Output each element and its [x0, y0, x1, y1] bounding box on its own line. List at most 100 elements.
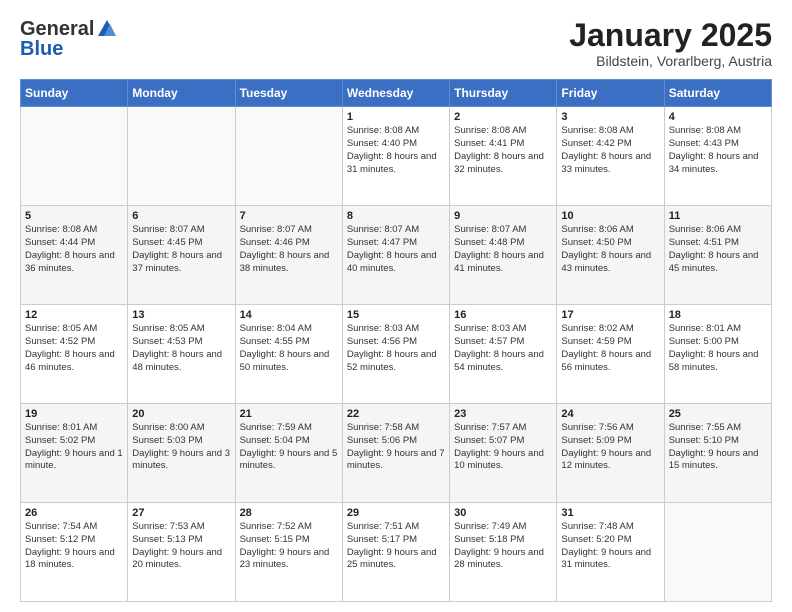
day-number: 18: [669, 309, 767, 321]
day-number: 10: [561, 210, 659, 222]
day-info: Sunrise: 8:05 AM Sunset: 4:53 PM Dayligh…: [132, 323, 230, 374]
calendar-cell: 8 Sunrise: 8:07 AM Sunset: 4:47 PM Daylig…: [342, 206, 449, 305]
logo: General Blue: [20, 18, 118, 61]
day-number: 24: [561, 408, 659, 420]
day-info: Sunrise: 8:02 AM Sunset: 4:59 PM Dayligh…: [561, 323, 659, 374]
calendar-cell: 6 Sunrise: 8:07 AM Sunset: 4:45 PM Daylig…: [128, 206, 235, 305]
calendar-cell: 5 Sunrise: 8:08 AM Sunset: 4:44 PM Daylig…: [21, 206, 128, 305]
calendar-cell: 27Sunrise: 7:53 AM Sunset: 5:13 PM Dayli…: [128, 503, 235, 602]
calendar-cell: 2Sunrise: 8:08 AM Sunset: 4:41 PM Daylig…: [450, 107, 557, 206]
day-info: Sunrise: 8:08 AM Sunset: 4:44 PM Dayligh…: [25, 224, 123, 275]
day-info: Sunrise: 7:48 AM Sunset: 5:20 PM Dayligh…: [561, 521, 659, 572]
calendar-cell: 29 Sunrise: 7:51 AM Sunset: 5:17 PM Dayli…: [342, 503, 449, 602]
calendar-cell: 16Sunrise: 8:03 AM Sunset: 4:57 PM Dayli…: [450, 305, 557, 404]
calendar-cell: 31 Sunrise: 7:48 AM Sunset: 5:20 PM Dayli…: [557, 503, 664, 602]
weekday-header-wednesday: Wednesday: [342, 80, 449, 107]
day-number: 16: [454, 309, 552, 321]
day-info: Sunrise: 7:56 AM Sunset: 5:09 PM Dayligh…: [561, 422, 659, 473]
day-info: Sunrise: 8:01 AM Sunset: 5:02 PM Dayligh…: [25, 422, 123, 473]
calendar-week-row: 12 Sunrise: 8:05 AM Sunset: 4:52 PM Dayli…: [21, 305, 772, 404]
day-number: 19: [25, 408, 123, 420]
day-number: 1: [347, 111, 445, 123]
day-info: Sunrise: 7:58 AM Sunset: 5:06 PM Dayligh…: [347, 422, 445, 473]
calendar-week-row: 19 Sunrise: 8:01 AM Sunset: 5:02 PM Dayli…: [21, 404, 772, 503]
calendar-cell: 30 Sunrise: 7:49 AM Sunset: 5:18 PM Dayli…: [450, 503, 557, 602]
day-number: 28: [240, 507, 338, 519]
calendar-cell: 14 Sunrise: 8:04 AM Sunset: 4:55 PM Dayli…: [235, 305, 342, 404]
day-number: 20: [132, 408, 230, 420]
day-info: Sunrise: 8:08 AM Sunset: 4:40 PM Dayligh…: [347, 125, 445, 176]
day-number: 8: [347, 210, 445, 222]
weekday-header-tuesday: Tuesday: [235, 80, 342, 107]
day-number: 21: [240, 408, 338, 420]
weekday-header-row: SundayMondayTuesdayWednesdayThursdayFrid…: [21, 80, 772, 107]
logo-icon: [96, 18, 118, 40]
calendar-week-row: 1 Sunrise: 8:08 AM Sunset: 4:40 PM Daylig…: [21, 107, 772, 206]
calendar-cell: 24 Sunrise: 7:56 AM Sunset: 5:09 PM Dayli…: [557, 404, 664, 503]
calendar-table: SundayMondayTuesdayWednesdayThursdayFrid…: [20, 79, 772, 602]
day-number: 4: [669, 111, 767, 123]
day-number: 15: [347, 309, 445, 321]
day-info: Sunrise: 8:05 AM Sunset: 4:52 PM Dayligh…: [25, 323, 123, 374]
calendar-cell: 15Sunrise: 8:03 AM Sunset: 4:56 PM Dayli…: [342, 305, 449, 404]
calendar-cell: 18 Sunrise: 8:01 AM Sunset: 5:00 PM Dayli…: [664, 305, 771, 404]
day-number: 30: [454, 507, 552, 519]
calendar-cell: 22Sunrise: 7:58 AM Sunset: 5:06 PM Dayli…: [342, 404, 449, 503]
day-info: Sunrise: 7:57 AM Sunset: 5:07 PM Dayligh…: [454, 422, 552, 473]
calendar-cell: 7Sunrise: 8:07 AM Sunset: 4:46 PM Daylig…: [235, 206, 342, 305]
calendar-cell: [128, 107, 235, 206]
calendar-cell: 17 Sunrise: 8:02 AM Sunset: 4:59 PM Dayli…: [557, 305, 664, 404]
day-info: Sunrise: 8:01 AM Sunset: 5:00 PM Dayligh…: [669, 323, 767, 374]
header-right: January 2025 Bildstein, Vorarlberg, Aust…: [569, 18, 772, 69]
day-number: 29: [347, 507, 445, 519]
calendar-cell: [664, 503, 771, 602]
header: General Blue January 2025 Bildstein, Vor…: [20, 18, 772, 69]
calendar-cell: 21Sunrise: 7:59 AM Sunset: 5:04 PM Dayli…: [235, 404, 342, 503]
day-info: Sunrise: 7:55 AM Sunset: 5:10 PM Dayligh…: [669, 422, 767, 473]
day-info: Sunrise: 7:53 AM Sunset: 5:13 PM Dayligh…: [132, 521, 230, 572]
day-number: 14: [240, 309, 338, 321]
day-info: Sunrise: 7:51 AM Sunset: 5:17 PM Dayligh…: [347, 521, 445, 572]
day-number: 9: [454, 210, 552, 222]
day-info: Sunrise: 8:07 AM Sunset: 4:47 PM Dayligh…: [347, 224, 445, 275]
page: General Blue January 2025 Bildstein, Vor…: [0, 0, 792, 612]
weekday-header-thursday: Thursday: [450, 80, 557, 107]
calendar-cell: 25Sunrise: 7:55 AM Sunset: 5:10 PM Dayli…: [664, 404, 771, 503]
calendar-week-row: 26 Sunrise: 7:54 AM Sunset: 5:12 PM Dayli…: [21, 503, 772, 602]
day-number: 5: [25, 210, 123, 222]
logo-general-text: General: [20, 19, 94, 39]
day-info: Sunrise: 7:52 AM Sunset: 5:15 PM Dayligh…: [240, 521, 338, 572]
day-info: Sunrise: 8:04 AM Sunset: 4:55 PM Dayligh…: [240, 323, 338, 374]
day-info: Sunrise: 7:54 AM Sunset: 5:12 PM Dayligh…: [25, 521, 123, 572]
calendar-cell: 19 Sunrise: 8:01 AM Sunset: 5:02 PM Dayli…: [21, 404, 128, 503]
day-number: 6: [132, 210, 230, 222]
calendar-cell: 1 Sunrise: 8:08 AM Sunset: 4:40 PM Daylig…: [342, 107, 449, 206]
calendar-cell: 9 Sunrise: 8:07 AM Sunset: 4:48 PM Daylig…: [450, 206, 557, 305]
weekday-header-monday: Monday: [128, 80, 235, 107]
calendar-week-row: 5 Sunrise: 8:08 AM Sunset: 4:44 PM Daylig…: [21, 206, 772, 305]
day-number: 17: [561, 309, 659, 321]
day-info: Sunrise: 8:06 AM Sunset: 4:50 PM Dayligh…: [561, 224, 659, 275]
calendar-cell: 20Sunrise: 8:00 AM Sunset: 5:03 PM Dayli…: [128, 404, 235, 503]
calendar-cell: 3 Sunrise: 8:08 AM Sunset: 4:42 PM Daylig…: [557, 107, 664, 206]
day-number: 12: [25, 309, 123, 321]
calendar-cell: 10 Sunrise: 8:06 AM Sunset: 4:50 PM Dayli…: [557, 206, 664, 305]
calendar-cell: [21, 107, 128, 206]
day-number: 31: [561, 507, 659, 519]
location: Bildstein, Vorarlberg, Austria: [569, 53, 772, 69]
day-info: Sunrise: 8:07 AM Sunset: 4:48 PM Dayligh…: [454, 224, 552, 275]
weekday-header-sunday: Sunday: [21, 80, 128, 107]
day-info: Sunrise: 8:08 AM Sunset: 4:43 PM Dayligh…: [669, 125, 767, 176]
weekday-header-friday: Friday: [557, 80, 664, 107]
calendar-cell: 28 Sunrise: 7:52 AM Sunset: 5:15 PM Dayli…: [235, 503, 342, 602]
day-number: 3: [561, 111, 659, 123]
day-info: Sunrise: 8:07 AM Sunset: 4:45 PM Dayligh…: [132, 224, 230, 275]
day-info: Sunrise: 8:08 AM Sunset: 4:42 PM Dayligh…: [561, 125, 659, 176]
day-info: Sunrise: 8:06 AM Sunset: 4:51 PM Dayligh…: [669, 224, 767, 275]
calendar-cell: 26 Sunrise: 7:54 AM Sunset: 5:12 PM Dayli…: [21, 503, 128, 602]
day-info: Sunrise: 7:49 AM Sunset: 5:18 PM Dayligh…: [454, 521, 552, 572]
calendar-cell: 23Sunrise: 7:57 AM Sunset: 5:07 PM Dayli…: [450, 404, 557, 503]
day-number: 7: [240, 210, 338, 222]
day-number: 26: [25, 507, 123, 519]
calendar-cell: 12 Sunrise: 8:05 AM Sunset: 4:52 PM Dayli…: [21, 305, 128, 404]
